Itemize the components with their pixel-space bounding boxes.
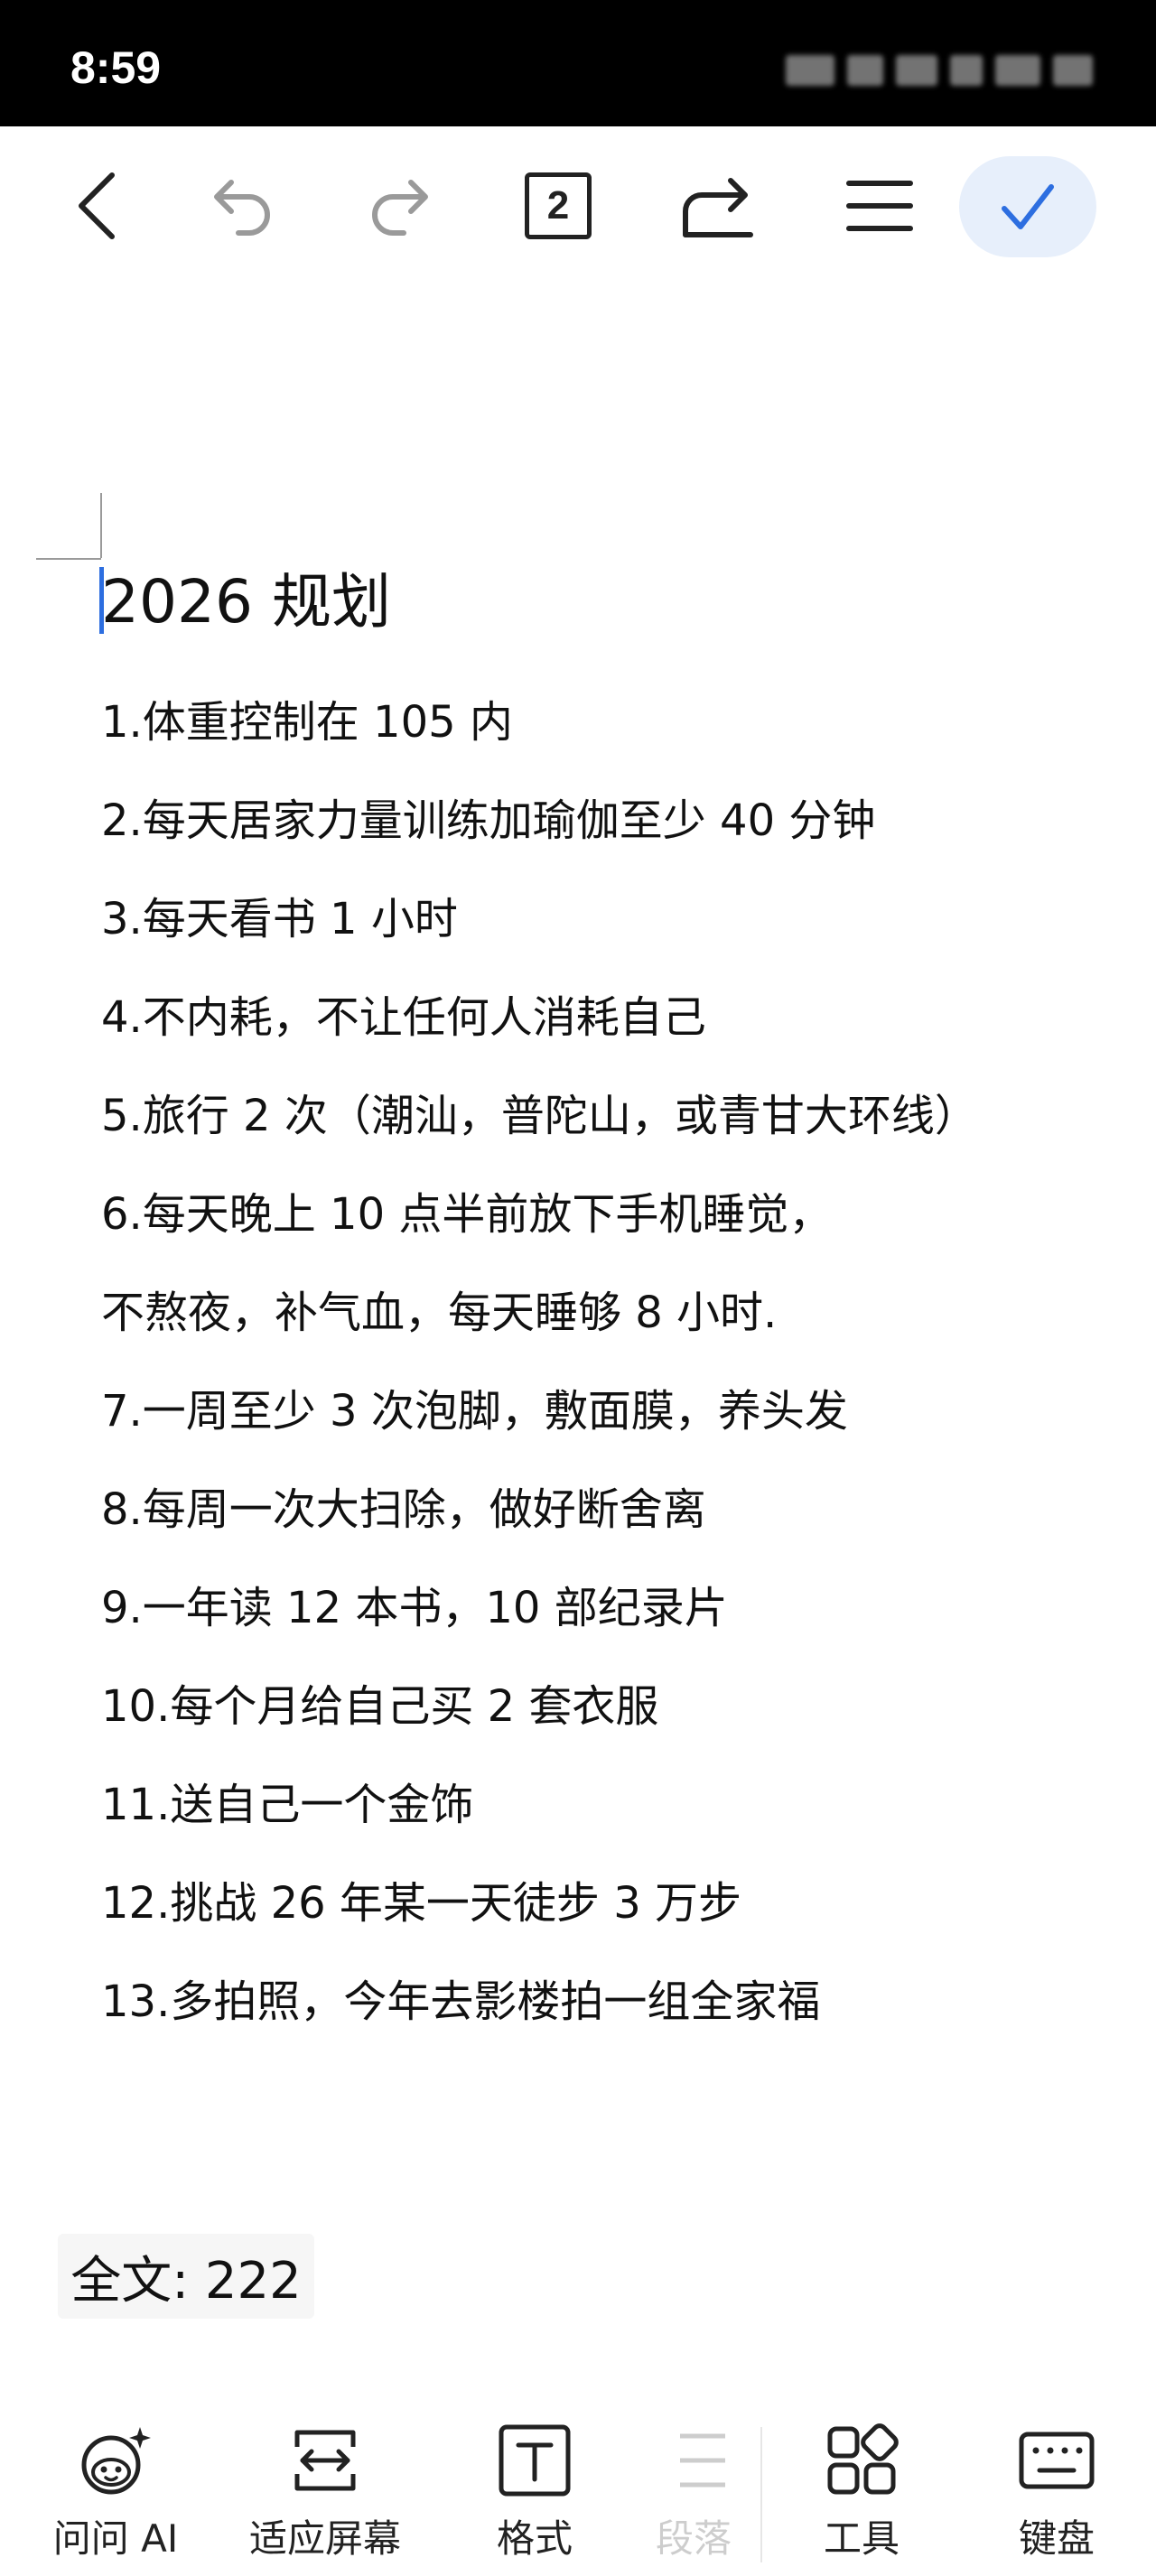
editor-toolbar: 2 (0, 126, 1156, 289)
redo-icon (372, 180, 428, 236)
page-count: 2 (525, 172, 592, 239)
doc-line[interactable]: 7.一周至少 3 次泡脚，敷面膜，养头发 (101, 1362, 978, 1461)
keyboard-button[interactable]: 键盘 (957, 2402, 1156, 2576)
undo-icon (214, 180, 270, 236)
tools-grid-icon (821, 2420, 902, 2501)
paragraph-icon (653, 2420, 734, 2501)
menu-icon (846, 181, 913, 231)
format-button[interactable]: 格式 (435, 2402, 634, 2576)
doc-line[interactable]: 11.送自己一个金饰 (101, 1756, 978, 1855)
doc-line[interactable]: 8.每周一次大扫除，做好断舍离 (101, 1461, 978, 1559)
document-editor[interactable]: 2026 规划 1.体重控制在 105 内 2.每天居家力量训练加瑜伽至少 40… (0, 289, 1156, 2348)
done-button[interactable] (959, 156, 1096, 257)
doc-line[interactable]: 5.旅行 2 次（潮汕，普陀山，或青甘大环线） (101, 1067, 978, 1166)
doc-line[interactable]: 9.一年读 12 本书，10 部纪录片 (101, 1559, 978, 1658)
bottom-toolbar: 问问 AI 适应屏幕 格式 段落 工具 键盘 (0, 2402, 1156, 2576)
back-button[interactable] (43, 152, 152, 260)
fit-screen-button[interactable]: 适应屏幕 (226, 2402, 424, 2576)
status-time: 8:59 (70, 42, 162, 93)
undo-button[interactable] (188, 152, 296, 260)
doc-line[interactable]: 不熬夜，补气血，每天睡够 8 小时. (101, 1264, 978, 1362)
tools-button[interactable]: 工具 (762, 2402, 961, 2576)
keyboard-icon (1016, 2420, 1097, 2501)
page-count-button[interactable]: 2 (504, 152, 612, 260)
status-icons (786, 47, 1093, 94)
paragraph-label: 段落 (655, 2516, 732, 2561)
text-format-icon (494, 2420, 575, 2501)
share-icon (683, 178, 753, 237)
doc-line[interactable]: 3.每天看书 1 小时 (101, 870, 978, 969)
menu-button[interactable] (825, 152, 934, 260)
doc-line[interactable]: 2.每天居家力量训练加瑜伽至少 40 分钟 (101, 772, 978, 870)
keyboard-label: 键盘 (1018, 2516, 1095, 2561)
fit-screen-icon (284, 2420, 366, 2501)
ai-assistant-icon (75, 2420, 156, 2501)
document-body[interactable]: 1.体重控制在 105 内 2.每天居家力量训练加瑜伽至少 40 分钟 3.每天… (101, 674, 978, 2051)
doc-line[interactable]: 12.挑战 26 年某一天徒步 3 万步 (101, 1855, 978, 1953)
margin-corner-mark (100, 493, 102, 558)
doc-line[interactable]: 4.不内耗，不让任何人消耗自己 (101, 969, 978, 1067)
paragraph-button[interactable]: 段落 (630, 2402, 757, 2576)
ask-ai-label: 问问 AI (52, 2516, 179, 2561)
tools-label: 工具 (823, 2516, 900, 2561)
fit-screen-label: 适应屏幕 (248, 2516, 401, 2561)
margin-corner-mark (36, 558, 101, 560)
doc-line[interactable]: 13.多拍照，今年去影楼拍一组全家福 (101, 1953, 978, 2051)
chevron-left-icon (79, 172, 115, 239)
doc-line[interactable]: 6.每天晚上 10 点半前放下手机睡觉， (101, 1166, 978, 1264)
status-bar: 8:59 (0, 0, 1156, 126)
doc-line[interactable]: 1.体重控制在 105 内 (101, 674, 978, 772)
document-title[interactable]: 2026 规划 (101, 562, 391, 643)
word-count-badge: 全文: 222 (58, 2234, 314, 2319)
doc-line[interactable]: 10.每个月给自己买 2 套衣服 (101, 1658, 978, 1756)
share-button[interactable] (665, 152, 773, 260)
ask-ai-button[interactable]: 问问 AI (16, 2402, 215, 2576)
redo-button[interactable] (346, 152, 454, 260)
check-icon (1002, 184, 1054, 229)
format-label: 格式 (496, 2516, 573, 2561)
